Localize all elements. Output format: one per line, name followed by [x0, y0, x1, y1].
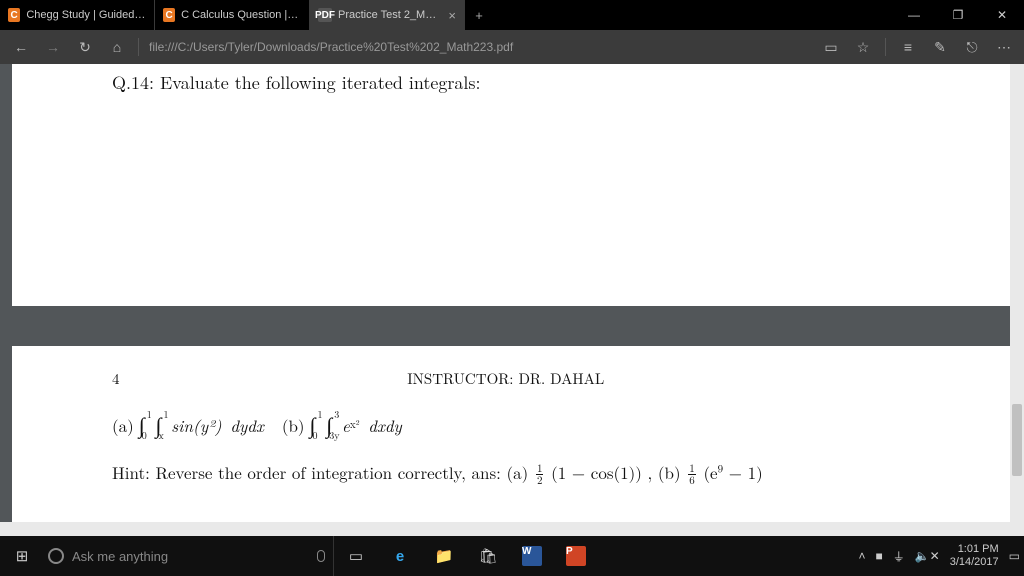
integral-b: (b) ∫10 ∫33y ex² dxdy	[282, 409, 402, 440]
refresh-button[interactable]: ↻	[70, 32, 100, 62]
time-text: 1:01 PM	[950, 543, 999, 556]
task-icons: ▭ e 📁 🛍 W P	[334, 536, 598, 576]
address-actions: ▭ ☆ ≡ ✎ ⎋ ⋯	[817, 33, 1018, 61]
page-gap	[0, 306, 1024, 346]
cortana-search[interactable]: Ask me anything	[44, 536, 334, 576]
horizontal-scrollbar[interactable]	[0, 522, 1010, 536]
home-button[interactable]: ⌂	[102, 32, 132, 62]
maximize-button[interactable]: ❐	[936, 0, 980, 30]
wifi-icon[interactable]: ⏚	[893, 548, 905, 565]
action-center-icon[interactable]: ▭	[1009, 549, 1020, 563]
task-view-icon[interactable]: ▭	[334, 536, 378, 576]
tab-strip: C Chegg Study | Guided Solut C C Calculu…	[0, 0, 892, 30]
pdf-page-4: 4 INSTRUCTOR: DR. DAHAL (a) ∫10 ∫1x sin(…	[12, 346, 1012, 536]
date-text: 3/14/2017	[950, 556, 999, 569]
titlebar: C Chegg Study | Guided Solut C C Calculu…	[0, 0, 1024, 30]
close-tab-icon[interactable]: ×	[448, 8, 456, 23]
tab-label: C Calculus Question |Chegg	[181, 9, 301, 21]
separator	[138, 38, 139, 56]
new-tab-button[interactable]: +	[465, 0, 493, 30]
tab-practice-test[interactable]: PDF Practice Test 2_Math223 ×	[310, 0, 465, 30]
chegg-favicon-icon: C	[8, 8, 20, 22]
separator	[885, 38, 886, 56]
edge-icon[interactable]: e	[378, 536, 422, 576]
instructor-line: INSTRUCTOR: DR. DAHAL	[120, 368, 892, 389]
word-icon[interactable]: W	[510, 536, 554, 576]
hint-row: Hint: Reverse the order of integration c…	[112, 440, 912, 487]
minimize-button[interactable]: —	[892, 0, 936, 30]
search-placeholder: Ask me anything	[72, 549, 168, 564]
mic-icon[interactable]	[317, 550, 325, 562]
pdf-viewport: Q.14: Evaluate the following iterated in…	[0, 64, 1024, 536]
battery-icon[interactable]: ■	[875, 549, 882, 563]
tab-label: Practice Test 2_Math223	[338, 9, 438, 21]
tab-calculus-question[interactable]: C C Calculus Question |Chegg	[155, 0, 310, 30]
address-bar: ← → ↻ ⌂ file:///C:/Users/Tyler/Downloads…	[0, 30, 1024, 64]
window-controls: — ❐ ✕	[892, 0, 1024, 30]
clock[interactable]: 1:01 PM 3/14/2017	[950, 543, 999, 569]
tab-label: Chegg Study | Guided Solut	[26, 9, 146, 21]
chegg-favicon-icon: C	[163, 8, 175, 22]
reading-view-icon[interactable]: ▭	[817, 33, 845, 61]
hub-icon[interactable]: ≡	[894, 33, 922, 61]
page-header: 4 INSTRUCTOR: DR. DAHAL	[112, 346, 912, 389]
tray-chevron-icon[interactable]: ˄	[858, 549, 865, 563]
url-text: file:///C:/Users/Tyler/Downloads/Practic…	[149, 40, 513, 54]
integral-a: (a) ∫10 ∫1x sin(y²) dydx	[112, 409, 264, 440]
share-icon[interactable]: ⎋	[958, 33, 986, 61]
tab-chegg-study[interactable]: C Chegg Study | Guided Solut	[0, 0, 155, 30]
system-tray: ˄ ■ ⏚ 🔈✕ 1:01 PM 3/14/2017 ▭	[854, 536, 1024, 576]
vertical-scrollbar[interactable]	[1010, 64, 1024, 536]
close-window-button[interactable]: ✕	[980, 0, 1024, 30]
more-icon[interactable]: ⋯	[990, 33, 1018, 61]
favorite-icon[interactable]: ☆	[849, 33, 877, 61]
taskbar: ⊞ Ask me anything ▭ e 📁 🛍 W P ˄ ■ ⏚ 🔈✕ 1…	[0, 536, 1024, 576]
web-note-icon[interactable]: ✎	[926, 33, 954, 61]
back-button[interactable]: ←	[6, 32, 36, 62]
pdf-favicon-icon: PDF	[318, 8, 332, 22]
pdf-page-end: Q.14: Evaluate the following iterated in…	[12, 64, 1012, 306]
powerpoint-icon[interactable]: P	[554, 536, 598, 576]
volume-icon[interactable]: 🔈✕	[915, 549, 940, 563]
page-number: 4	[112, 368, 120, 389]
forward-button[interactable]: →	[38, 32, 68, 62]
file-explorer-icon[interactable]: 📁	[422, 536, 466, 576]
integrals-row: (a) ∫10 ∫1x sin(y²) dydx (b) ∫10 ∫33y ex…	[112, 389, 912, 440]
scroll-thumb[interactable]	[1012, 404, 1022, 476]
url-input[interactable]: file:///C:/Users/Tyler/Downloads/Practic…	[145, 40, 815, 54]
store-icon[interactable]: 🛍	[466, 536, 510, 576]
cortana-icon	[48, 548, 64, 564]
start-button[interactable]: ⊞	[0, 547, 44, 565]
question-14-heading: Q.14: Evaluate the following iterated in…	[112, 64, 912, 95]
